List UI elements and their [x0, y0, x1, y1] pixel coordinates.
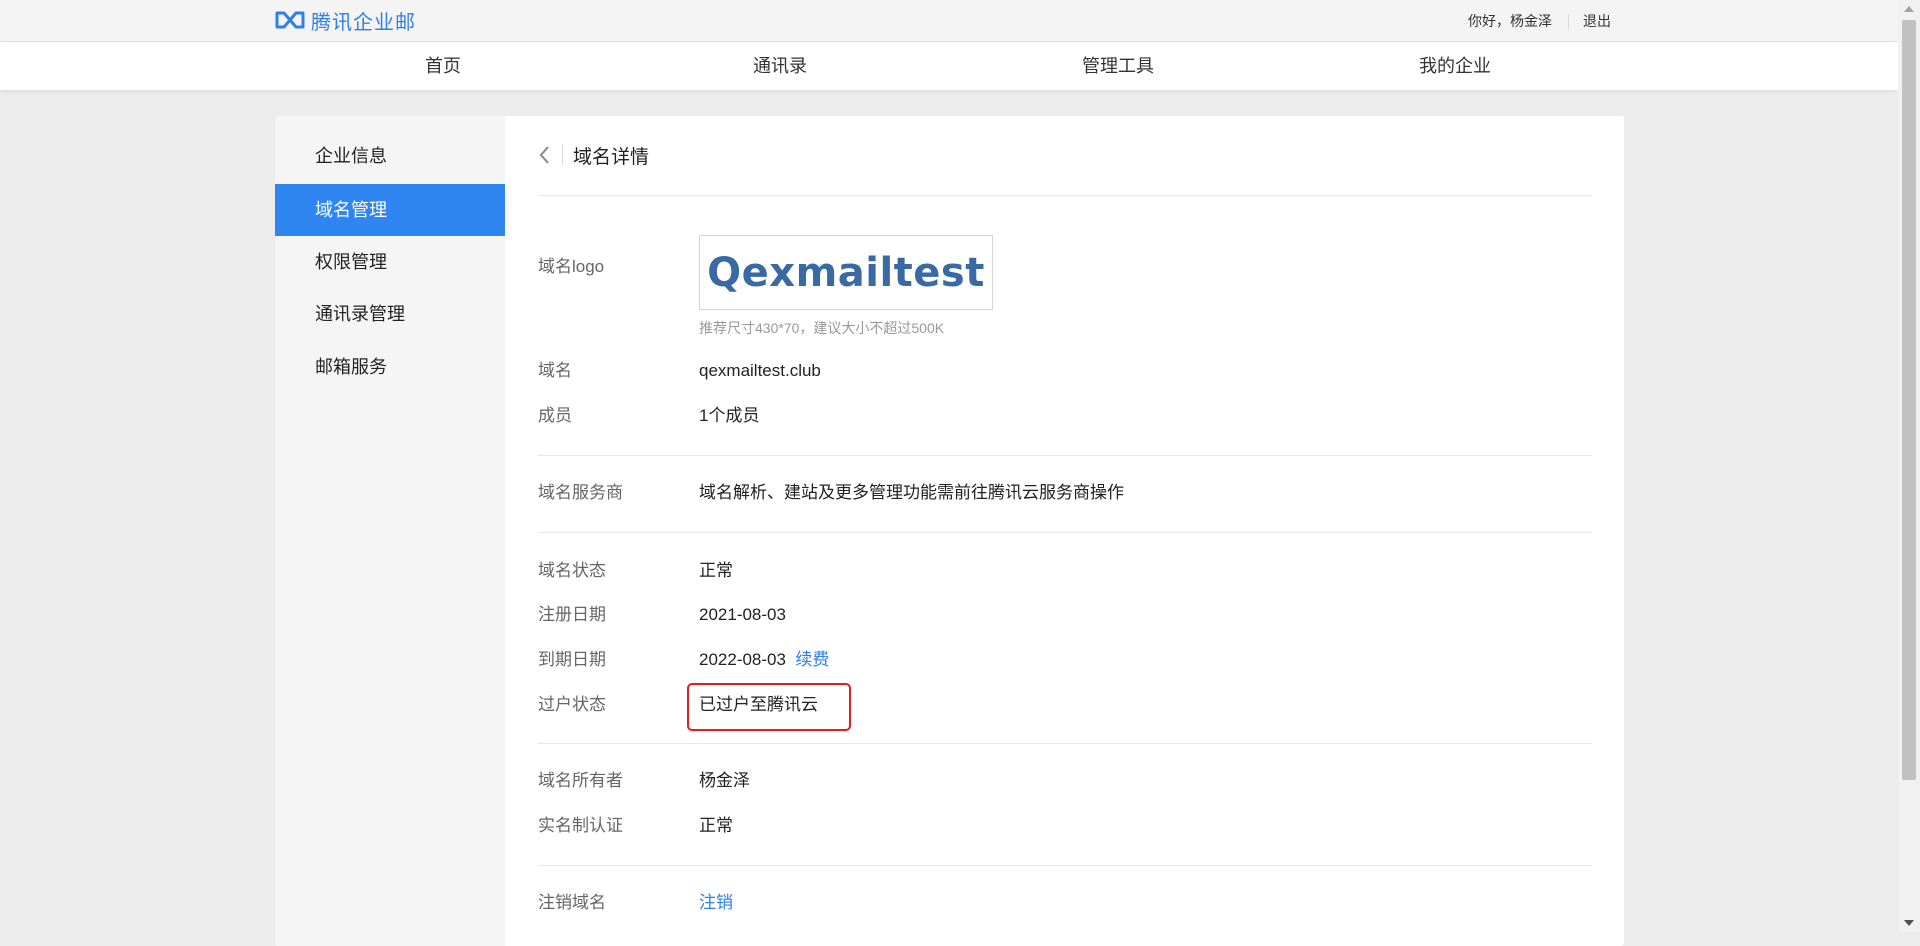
divider: [538, 743, 1592, 744]
chevron-left-icon[interactable]: [538, 142, 556, 168]
logo-hint: 推荐尺寸430*70，建议大小不超过500K: [699, 320, 945, 336]
members-value: 1个成员: [699, 406, 760, 425]
nav-home[interactable]: 首页: [425, 42, 461, 90]
expire-date-label: 到期日期: [538, 650, 606, 669]
brand-logo[interactable]: 腾讯企业邮: [275, 8, 416, 34]
owner-label: 域名所有者: [538, 771, 623, 790]
logo-label: 域名logo: [538, 257, 605, 276]
divider: [538, 455, 1592, 456]
sidebar: 企业信息 域名管理 权限管理 通讯录管理 邮箱服务: [275, 116, 505, 946]
divider: [538, 865, 1592, 866]
scrollbar[interactable]: [1898, 0, 1920, 932]
nav-my-enterprise[interactable]: 我的企业: [1419, 42, 1491, 90]
cancel-domain-link[interactable]: 注销: [699, 891, 733, 915]
sidebar-item-mailbox-service[interactable]: 邮箱服务: [275, 341, 505, 393]
reg-date-value: 2021-08-03: [699, 605, 786, 624]
logout-link[interactable]: 退出: [1583, 11, 1611, 31]
nav-contacts[interactable]: 通讯录: [753, 42, 807, 90]
highlight-box: [687, 683, 851, 731]
user-greeting: 你好，杨金泽: [1468, 13, 1552, 29]
reg-date-label: 注册日期: [538, 605, 606, 624]
domain-logo: Qexmailtest: [707, 249, 985, 296]
brand-name: 腾讯企业邮: [311, 11, 416, 34]
renew-link[interactable]: 续费: [795, 650, 829, 669]
divider: [538, 532, 1592, 533]
owner-value: 杨金泽: [699, 771, 750, 790]
main-panel: 企业信息 域名管理 权限管理 通讯录管理 邮箱服务 域名详情 域名logo Qe…: [275, 116, 1624, 946]
domain-value: qexmailtest.club: [699, 361, 821, 380]
domain-logo-upload[interactable]: Qexmailtest: [699, 235, 993, 310]
scroll-down-icon[interactable]: [1904, 920, 1914, 926]
divider: [538, 195, 1592, 196]
status-label: 域名状态: [538, 561, 606, 580]
nav-admin-tools[interactable]: 管理工具: [1082, 42, 1154, 90]
scrollbar-thumb[interactable]: [1902, 20, 1916, 780]
status-value: 正常: [699, 561, 733, 580]
sidebar-item-contacts-management[interactable]: 通讯录管理: [275, 288, 505, 340]
transfer-label: 过户状态: [538, 695, 606, 714]
domain-detail: 域名详情 域名logo Qexmailtest 推荐尺寸430*70，建议大小不…: [505, 116, 1624, 946]
provider-label: 域名服务商: [538, 483, 623, 502]
scroll-up-icon[interactable]: [1904, 6, 1914, 12]
expire-date-value: 2022-08-03: [699, 650, 786, 669]
realname-label: 实名制认证: [538, 816, 623, 835]
expire-date-row: 2022-08-03 续费: [699, 648, 829, 672]
tencent-exmail-logo-icon: [275, 10, 305, 30]
detail-header: 域名详情: [538, 142, 649, 168]
divider: [562, 144, 563, 166]
main-nav: 首页 通讯录 管理工具 我的企业: [0, 42, 1898, 90]
cancel-domain-label: 注销域名: [538, 893, 606, 912]
members-label: 成员: [538, 406, 572, 425]
user-area: 你好，杨金泽 退出: [1468, 11, 1611, 31]
provider-value: 域名解析、建站及更多管理功能需前往腾讯云服务商操作: [699, 483, 1124, 502]
sidebar-item-permission-management[interactable]: 权限管理: [275, 236, 505, 288]
divider: [1568, 13, 1569, 29]
domain-label: 域名: [538, 361, 572, 380]
page-title: 域名详情: [573, 146, 650, 168]
sidebar-item-domain-management[interactable]: 域名管理: [275, 184, 505, 236]
realname-value: 正常: [699, 816, 733, 835]
top-bar: 腾讯企业邮 你好，杨金泽 退出: [0, 0, 1898, 42]
sidebar-item-enterprise-info[interactable]: 企业信息: [275, 130, 505, 182]
